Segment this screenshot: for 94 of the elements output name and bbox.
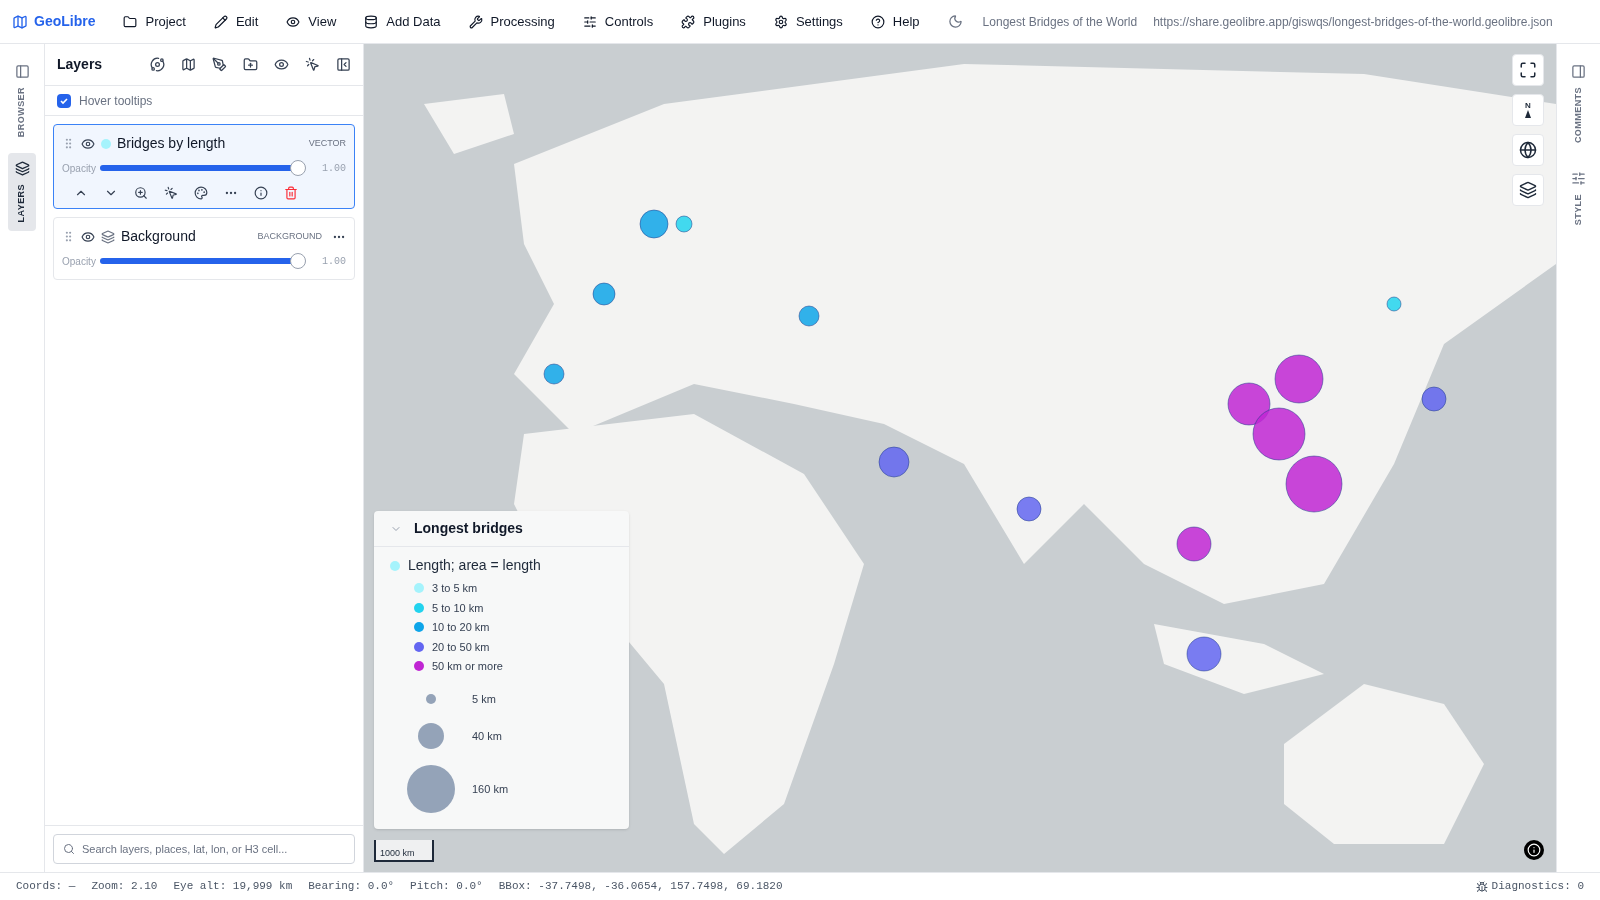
legend-label: 40 km	[472, 728, 502, 744]
layer-type: BACKGROUND	[257, 229, 322, 243]
fullscreen-icon	[1519, 61, 1537, 79]
layers-icon	[14, 161, 30, 177]
rail-tab[interactable]: COMMENTS	[1564, 56, 1593, 152]
menu-item[interactable]: Plugins	[681, 11, 746, 32]
map-icon[interactable]	[181, 57, 196, 72]
app-name: GeoLibre	[34, 12, 96, 31]
menu-item[interactable]: Processing	[468, 11, 555, 32]
menu-item[interactable]: Add Data	[364, 11, 441, 32]
opacity-value: 1.00	[321, 161, 346, 176]
delete-icon[interactable]	[284, 186, 298, 200]
menu-item[interactable]: Project	[123, 11, 186, 32]
menu-item[interactable]: Edit	[213, 11, 259, 32]
orbit-icon[interactable]	[150, 57, 165, 72]
slider-thumb[interactable]	[290, 253, 306, 269]
menu-item[interactable]: Settings	[773, 11, 843, 32]
checkbox-label: Hover tooltips	[79, 92, 153, 110]
panel-title: Layers	[57, 55, 104, 74]
menu-item[interactable]: Controls	[582, 11, 654, 32]
opacity-slider[interactable]	[99, 251, 306, 271]
layer-card[interactable]: Background BACKGROUND Opacity 1.00	[53, 217, 355, 280]
rail-tab[interactable]: LAYERS	[8, 153, 36, 231]
layer-name: Background	[121, 227, 197, 246]
eye-icon	[286, 14, 301, 29]
folder-plus-icon[interactable]	[243, 57, 258, 72]
status-item: Pitch: 0.0°	[410, 879, 483, 895]
check-icon	[59, 95, 69, 106]
layers-icon	[1519, 181, 1537, 199]
legend-label: 5 to 10 km	[432, 600, 484, 616]
puzzle-icon	[681, 14, 696, 29]
legend-label: 50 km or more	[432, 659, 503, 674]
status-item: Bearing: 0.0°	[308, 879, 395, 895]
map-icon	[12, 13, 28, 30]
search-icon	[63, 843, 75, 855]
diagnostics-status[interactable]: Diagnostics: 0	[1491, 878, 1584, 895]
layer-type: VECTOR	[308, 136, 346, 150]
visibility-icon[interactable]	[81, 229, 95, 244]
legend-label: 3 to 5 km	[432, 581, 478, 596]
layer-name: Bridges by length	[117, 134, 227, 153]
status-item: Coords: —	[16, 879, 76, 895]
opacity-value: 1.00	[321, 254, 346, 269]
opacity-slider[interactable]	[99, 158, 306, 178]
database-icon	[364, 14, 379, 29]
bug-icon	[1475, 880, 1488, 893]
rail-tab[interactable]: BROWSER	[8, 56, 36, 146]
compass-button[interactable]: N	[1512, 94, 1544, 126]
legend-label: 5 km	[472, 691, 496, 707]
eye-icon[interactable]	[274, 57, 289, 72]
collapse-panel-icon[interactable]	[336, 57, 351, 72]
menu-item[interactable]: View	[286, 11, 337, 32]
opacity-label: Opacity	[62, 254, 96, 269]
legend-label: 20 to 50 km	[432, 639, 490, 655]
layer-card[interactable]: Bridges by length VECTOR Opacity 1.00	[53, 124, 355, 209]
folder-icon	[123, 14, 138, 29]
project-url[interactable]: https://share.geolibre.app/giswqs/longest-bridges-of-the-world.geolibre.json	[1153, 12, 1553, 31]
info-icon	[1527, 843, 1541, 857]
palette-icon[interactable]	[194, 186, 208, 200]
status-item: Eye alt: 19,999 km	[173, 879, 293, 895]
panel-icon	[14, 64, 30, 79]
layers-button[interactable]	[1512, 174, 1544, 206]
legend-label: 160 km	[472, 781, 509, 797]
globe-button[interactable]	[1512, 134, 1544, 166]
rail-tab[interactable]: STYLE	[1564, 163, 1593, 234]
legend-label: 10 to 20 km	[432, 620, 490, 635]
globe-icon	[1519, 141, 1537, 159]
pointer-icon[interactable]	[164, 186, 178, 200]
legend-title: Longest bridges	[414, 519, 523, 538]
layers-icon	[101, 229, 115, 244]
sliders-icon	[582, 14, 597, 29]
zoom-in-icon[interactable]	[134, 186, 148, 200]
sliders-icon	[1571, 171, 1586, 187]
fullscreen-button[interactable]	[1512, 54, 1544, 86]
project-title: Longest Bridges of the World	[982, 13, 1138, 31]
checkbox[interactable]	[57, 93, 71, 108]
visibility-icon[interactable]	[81, 136, 95, 151]
info-icon[interactable]	[254, 186, 268, 200]
slider-thumb[interactable]	[290, 160, 306, 176]
status-item: BBox: -37.7498, -36.0654, 157.7498, 69.1820	[498, 879, 783, 895]
status-item: Zoom: 2.10	[91, 879, 158, 895]
menu-item[interactable]: Help	[870, 11, 920, 32]
theme-toggle-icon[interactable]	[947, 14, 963, 29]
search-field[interactable]: Search layers, places, lat, lon, or H3 cell...	[53, 834, 355, 864]
app-logo[interactable]: GeoLibre	[12, 11, 96, 32]
pencil-icon	[213, 14, 228, 29]
pointer-icon[interactable]	[305, 57, 320, 72]
help-icon	[870, 14, 885, 29]
opacity-label: Opacity	[62, 161, 96, 176]
wrench-icon	[468, 14, 483, 29]
pen-icon[interactable]	[212, 57, 227, 72]
settings-icon	[773, 14, 788, 29]
panel-icon	[1571, 64, 1586, 79]
legend-subtitle: Length; area = length	[408, 556, 541, 575]
scale-bar: 1000 km	[374, 840, 434, 862]
